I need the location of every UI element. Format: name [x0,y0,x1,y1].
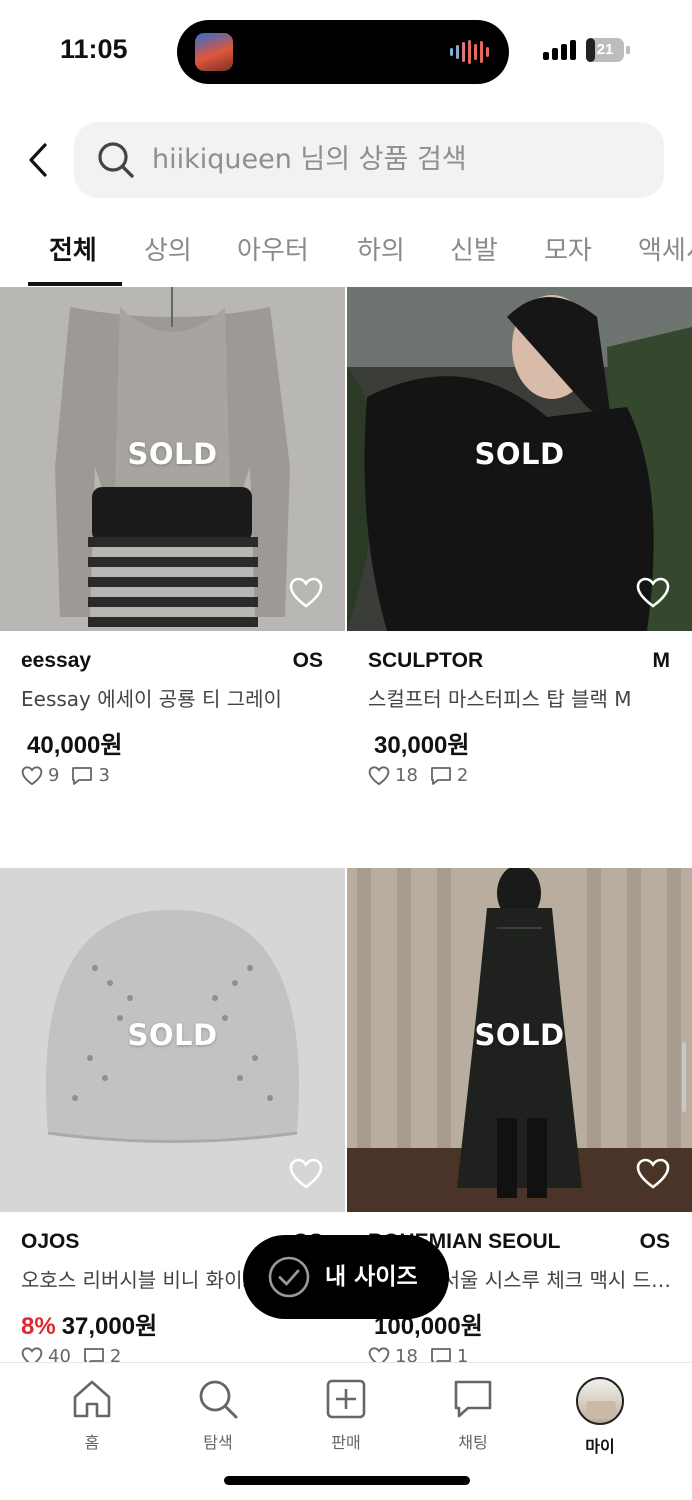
tab-accessories[interactable]: 액세서 [638,230,692,267]
search-input[interactable]: hiikiqueen 님의 상품 검색 [74,122,664,198]
search-placeholder: hiikiqueen 님의 상품 검색 [152,144,467,175]
sold-overlay: SOLD [127,1018,218,1052]
like-count: 9 [48,765,60,786]
product-image[interactable]: SOLD [0,287,345,631]
product-price-row: 30,000원 [368,725,470,760]
heart-outline-icon [368,765,390,785]
comment-count: 2 [109,1346,122,1362]
check-circle-icon [268,1256,310,1298]
battery-level: 21 [596,41,614,58]
product-title: Eessay 에세이 공룡 티 그레이 [21,687,282,711]
product-stats: 40 2 [21,1346,133,1362]
like-button[interactable] [289,1158,323,1194]
tab-all[interactable]: 전체 [49,230,97,267]
nav-home[interactable]: 홈 [42,1377,142,1453]
nav-home-label: 홈 [84,1433,100,1452]
my-size-filter-button[interactable]: 내 사이즈 [243,1235,449,1319]
category-tabs: 전체 상의 아우터 하의 신발 모자 액세서 [0,212,692,288]
product-title: 스컬프터 마스터피스 탑 블랙 M [368,687,632,711]
sold-overlay: SOLD [474,1018,565,1052]
chat-icon [454,1380,492,1418]
product-discount: 8% [21,1313,56,1340]
search-icon [199,1380,238,1419]
avatar [576,1377,624,1425]
comment-count: 1 [456,1346,469,1362]
sold-overlay: SOLD [474,437,565,471]
heart-icon [289,1158,323,1189]
like-count: 18 [395,1346,418,1362]
comment-icon [431,766,451,785]
home-indicator [224,1476,470,1485]
like-button[interactable] [636,1158,670,1194]
comment-icon [84,1347,104,1362]
product-price: 40,000원 [27,732,123,759]
comment-count: 2 [456,765,469,786]
product-price-row: 40,000원 [21,725,123,760]
status-time: 11:05 [60,34,128,64]
product-size: M [652,649,671,672]
nav-chat[interactable]: 채팅 [423,1377,523,1453]
heart-icon [289,577,323,608]
product-grid: SOLD eessay OS Eessay 에세이 공룡 티 그레이 40,00… [0,287,692,1362]
my-size-label: 내 사이즈 [325,1264,418,1290]
chevron-left-icon [29,143,47,177]
status-bar: 11:05 21 [0,0,692,100]
product-size: OS [292,649,323,672]
cellular-signal-icon [543,40,576,60]
home-icon [73,1380,111,1418]
product-stats: 18 1 [368,1346,480,1362]
product-image[interactable]: SOLD [347,868,692,1212]
nav-explore-label: 탐색 [203,1433,233,1452]
sold-overlay: SOLD [127,437,218,471]
product-stats: 9 3 [21,765,122,786]
tab-tops[interactable]: 상의 [144,230,192,267]
active-tab-indicator [28,282,122,286]
product-size: OS [639,1230,670,1253]
nav-my[interactable]: 마이 [550,1377,650,1457]
tab-bottoms[interactable]: 하의 [357,230,405,267]
comment-count: 3 [98,765,110,786]
nav-sell[interactable]: 판매 [296,1377,396,1453]
product-image[interactable]: SOLD [0,868,345,1212]
product-brand: eessay [21,649,92,672]
product-brand: SCULPTOR [368,649,484,672]
heart-outline-icon [21,765,43,785]
product-image[interactable]: SOLD [347,287,692,631]
scrollbar[interactable] [682,1042,686,1112]
like-count: 18 [395,765,418,786]
heart-icon [636,1158,670,1189]
heart-outline-icon [368,1346,390,1362]
product-stats: 18 2 [368,765,480,786]
dynamic-island [177,20,509,84]
product-brand: OJOS [21,1230,80,1253]
like-button[interactable] [289,577,323,613]
nav-explore[interactable]: 탐색 [168,1377,268,1453]
battery-icon: 21 [586,38,624,62]
now-playing-app-icon [195,33,233,71]
product-price: 30,000원 [374,732,470,759]
back-button[interactable] [18,138,58,182]
like-count: 40 [48,1346,71,1362]
search-icon [98,142,134,178]
tab-shoes[interactable]: 신발 [450,230,498,267]
comment-icon [72,766,93,785]
nav-sell-label: 판매 [331,1433,361,1452]
product-price: 37,000원 [61,1313,158,1340]
tab-hats[interactable]: 모자 [544,230,592,267]
like-button[interactable] [636,577,670,613]
product-price-row: 8% 37,000원 [21,1306,157,1341]
heart-icon [636,577,670,608]
tab-outer[interactable]: 아우터 [237,230,309,267]
audio-wave-icon [450,40,489,64]
nav-chat-label: 채팅 [458,1433,488,1452]
nav-my-label: 마이 [585,1437,615,1456]
comment-icon [431,1347,451,1362]
heart-outline-icon [21,1346,43,1362]
plus-square-icon [326,1379,366,1419]
